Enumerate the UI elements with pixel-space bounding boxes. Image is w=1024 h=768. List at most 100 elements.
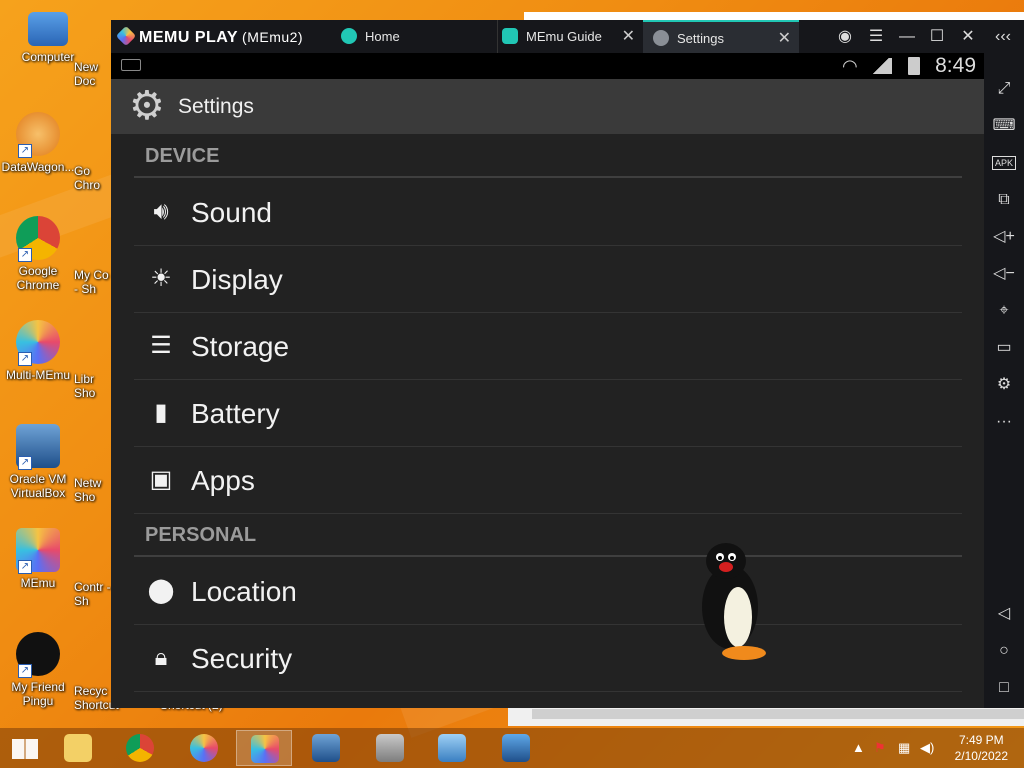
maximize-icon[interactable]: ☐ bbox=[923, 20, 951, 53]
close-icon[interactable]: ✕ bbox=[954, 20, 982, 53]
desktop-icon-label: Libr Sho bbox=[74, 372, 96, 400]
settings-item-label: Apps bbox=[191, 465, 255, 496]
background-window-scrollbar[interactable] bbox=[508, 706, 1024, 726]
desktop-icon-label: DataWagon... bbox=[1, 160, 75, 174]
collapse-icon[interactable]: ‹‹‹ bbox=[989, 20, 1017, 53]
close-tab-icon[interactable]: ✕ bbox=[622, 20, 635, 53]
settings-item-security[interactable]: 🔒︎ Security bbox=[134, 625, 962, 692]
multi-window-icon[interactable]: ⧉ bbox=[984, 185, 1024, 215]
desktop-icon-label: Computer bbox=[21, 50, 75, 64]
taskbar-multi-memu[interactable] bbox=[176, 730, 232, 766]
desktop-icon-label: My Friend Pingu bbox=[11, 680, 65, 708]
desktop-icon-label: Multi-MEmu bbox=[5, 368, 70, 382]
section-header-personal: PERSONAL bbox=[145, 524, 257, 546]
desktop-icon-partial[interactable]: Contr - Sh bbox=[74, 580, 114, 608]
back-icon[interactable]: ◁ bbox=[984, 599, 1024, 629]
desktop-icon-chrome[interactable]: ↗ Google Chrome bbox=[0, 216, 76, 292]
settings-item-label: Storage bbox=[191, 331, 290, 362]
desktop-icon-partial[interactable]: New Doc bbox=[74, 60, 114, 88]
location-icon: ⬤ bbox=[147, 577, 175, 604]
minimize-icon[interactable]: — bbox=[893, 20, 921, 53]
fullscreen-icon[interactable]: ⤢ bbox=[984, 74, 1024, 104]
settings-gear-icon[interactable]: ⚙ bbox=[984, 370, 1024, 400]
start-button[interactable] bbox=[0, 730, 48, 766]
taskbar-clock[interactable]: 7:49 PM 2/10/2022 bbox=[955, 732, 1008, 764]
folder-icon[interactable]: ▭ bbox=[984, 333, 1024, 363]
tab-label: Home bbox=[365, 29, 400, 44]
pingu-mascot bbox=[702, 543, 766, 660]
volume-down-icon[interactable]: ◁− bbox=[984, 259, 1024, 289]
tab-home[interactable]: Home bbox=[341, 20, 491, 53]
chrome-icon bbox=[126, 734, 154, 762]
memu-logo: MEMU PLAY (MEmu2) bbox=[115, 25, 304, 47]
chrome-icon: ↗ bbox=[16, 216, 60, 262]
tab-memu-guide[interactable]: MEmu Guide ✕ bbox=[497, 20, 643, 53]
account-icon[interactable]: ◉ bbox=[831, 20, 859, 53]
desktop-icon-pingu[interactable]: ↗ My Friend Pingu bbox=[0, 632, 76, 708]
desktop-icon-partial[interactable]: My Co - Sh bbox=[74, 268, 114, 296]
lock-icon: 🔒︎ bbox=[154, 644, 168, 671]
desktop-icon-label: My Co - Sh bbox=[74, 268, 109, 296]
settings-item-apps[interactable]: ▣ Apps bbox=[134, 447, 962, 514]
android-status-bar: ◠ 8:49 bbox=[111, 53, 984, 79]
pingu-icon: ↗ bbox=[16, 632, 60, 678]
settings-item-label: Battery bbox=[191, 398, 280, 429]
apps-icon: ▣ bbox=[149, 466, 173, 493]
keyboard-icon[interactable]: ⌨ bbox=[984, 111, 1024, 141]
taskbar-chrome[interactable] bbox=[112, 730, 168, 766]
desktop-icon-partial[interactable]: Recyc Shortcut bbox=[74, 684, 119, 712]
apk-icon[interactable]: APK bbox=[984, 148, 1024, 178]
guide-tab-icon bbox=[502, 28, 518, 44]
desktop-icon-label: Contr - Sh bbox=[74, 580, 111, 608]
virtualbox-icon: ↗ bbox=[16, 424, 60, 470]
menu-icon[interactable]: ☰ bbox=[862, 20, 890, 53]
memu-window: MEMU PLAY (MEmu2) Home MEmu Guide ✕ Setti… bbox=[111, 20, 1024, 708]
more-icon[interactable]: ··· bbox=[984, 407, 1024, 437]
file-explorer-icon bbox=[64, 734, 92, 762]
desktop-icon-multi-memu[interactable]: ↗ Multi-MEmu bbox=[0, 320, 76, 382]
volume-icon[interactable]: ◀) bbox=[920, 740, 934, 756]
multi-memu-icon: ↗ bbox=[16, 320, 60, 366]
settings-item-sound[interactable]: 🔊︎ Sound bbox=[134, 179, 962, 246]
storage-icon: ☰ bbox=[150, 332, 172, 359]
desktop-icon-computer[interactable]: Computer bbox=[10, 12, 86, 64]
close-tab-icon[interactable]: ✕ bbox=[778, 22, 791, 55]
location-pin-icon[interactable]: ⌖ bbox=[984, 296, 1024, 326]
section-divider bbox=[134, 176, 962, 178]
settings-item-location[interactable]: ⬤ Location bbox=[134, 558, 962, 625]
taskbar-win10-app[interactable] bbox=[488, 730, 544, 766]
tools-icon bbox=[376, 734, 404, 762]
taskbar-control-panel[interactable] bbox=[424, 730, 480, 766]
desktop-icon-label: New Doc bbox=[74, 60, 99, 88]
volume-up-icon[interactable]: ◁+ bbox=[984, 222, 1024, 252]
network-icon[interactable]: ▦ bbox=[898, 740, 910, 756]
wifi-icon: ◠ bbox=[842, 56, 858, 76]
tray-overflow-icon[interactable]: ▲ bbox=[852, 740, 865, 755]
settings-item-battery[interactable]: ▮ Battery bbox=[134, 380, 962, 447]
section-divider bbox=[134, 555, 962, 557]
tab-settings[interactable]: Settings ✕ bbox=[643, 20, 799, 53]
taskbar-explorer[interactable] bbox=[50, 730, 106, 766]
desktop-icon-virtualbox[interactable]: ↗ Oracle VM VirtualBox bbox=[0, 424, 76, 500]
home-tab-icon bbox=[341, 28, 357, 44]
home-icon[interactable]: ○ bbox=[984, 636, 1024, 666]
desktop-icon-memu[interactable]: ↗ MEmu bbox=[0, 528, 76, 590]
desktop-icon-datawagon[interactable]: ↗ DataWagon... bbox=[0, 112, 76, 174]
settings-item-display[interactable]: ☀ Display bbox=[134, 246, 962, 313]
control-panel-icon bbox=[438, 734, 466, 762]
sound-icon: 🔊︎ bbox=[153, 198, 169, 225]
desktop-icon-partial[interactable]: Libr Sho bbox=[74, 372, 114, 400]
recents-icon[interactable]: □ bbox=[984, 673, 1024, 703]
windows-logo-icon bbox=[12, 739, 38, 759]
memu-instance-name: (MEmu2) bbox=[242, 29, 304, 45]
settings-item-label: Sound bbox=[191, 197, 272, 228]
action-center-icon[interactable]: ⚑ bbox=[874, 740, 886, 756]
desktop-icon-partial[interactable]: Go Chro bbox=[74, 164, 114, 192]
taskbar-virtualbox[interactable] bbox=[298, 730, 354, 766]
taskbar-tools[interactable] bbox=[362, 730, 418, 766]
windows-taskbar: ▲ ⚑ ▦ ◀) 7:49 PM 2/10/2022 bbox=[0, 728, 1024, 768]
keyboard-status-icon bbox=[121, 59, 141, 71]
desktop-icon-partial[interactable]: Netw Sho bbox=[74, 476, 114, 504]
taskbar-memu[interactable] bbox=[236, 730, 292, 766]
settings-item-storage[interactable]: ☰ Storage bbox=[134, 313, 962, 380]
